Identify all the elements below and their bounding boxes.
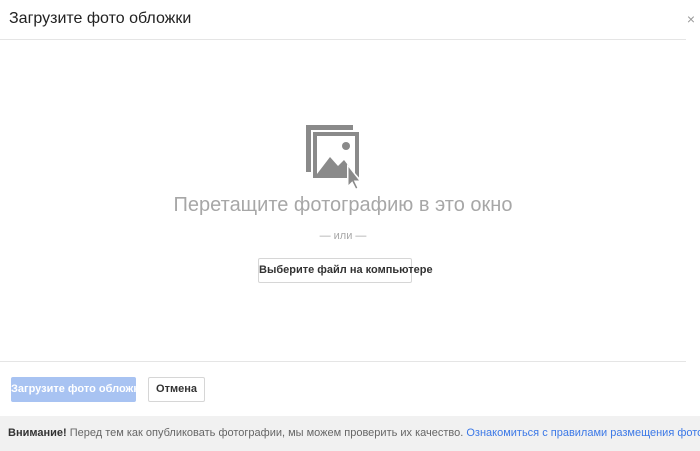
close-icon[interactable]: ×: [687, 12, 695, 26]
drop-zone[interactable]: Перетащите фотографию в это окно — или —…: [0, 40, 686, 362]
upload-cover-button[interactable]: Загрузите фото обложки: [11, 377, 146, 402]
drag-instruction: Перетащите фотографию в это окно: [173, 194, 513, 216]
dialog-footer: Загрузите фото обложки Отмена: [0, 362, 686, 416]
notice-bar: Внимание! Перед тем как опубликовать фот…: [0, 416, 700, 451]
choose-file-button[interactable]: Выберите файл на компьютере: [258, 258, 433, 283]
dialog-header: Загрузите фото обложки: [0, 0, 686, 40]
upload-cover-dialog: Загрузите фото обложки × Перетащите фото…: [0, 0, 700, 451]
notice-text: Перед тем как опубликовать фотографии, м…: [66, 427, 467, 439]
photo-policy-link[interactable]: Ознакомиться с правилами размещения фото…: [466, 427, 700, 439]
dialog-title: Загрузите фото обложки: [9, 10, 192, 27]
notice-prefix: Внимание!: [8, 427, 67, 439]
image-drag-icon: [303, 122, 365, 192]
cancel-button[interactable]: Отмена: [148, 377, 205, 402]
or-separator: — или —: [319, 230, 367, 242]
